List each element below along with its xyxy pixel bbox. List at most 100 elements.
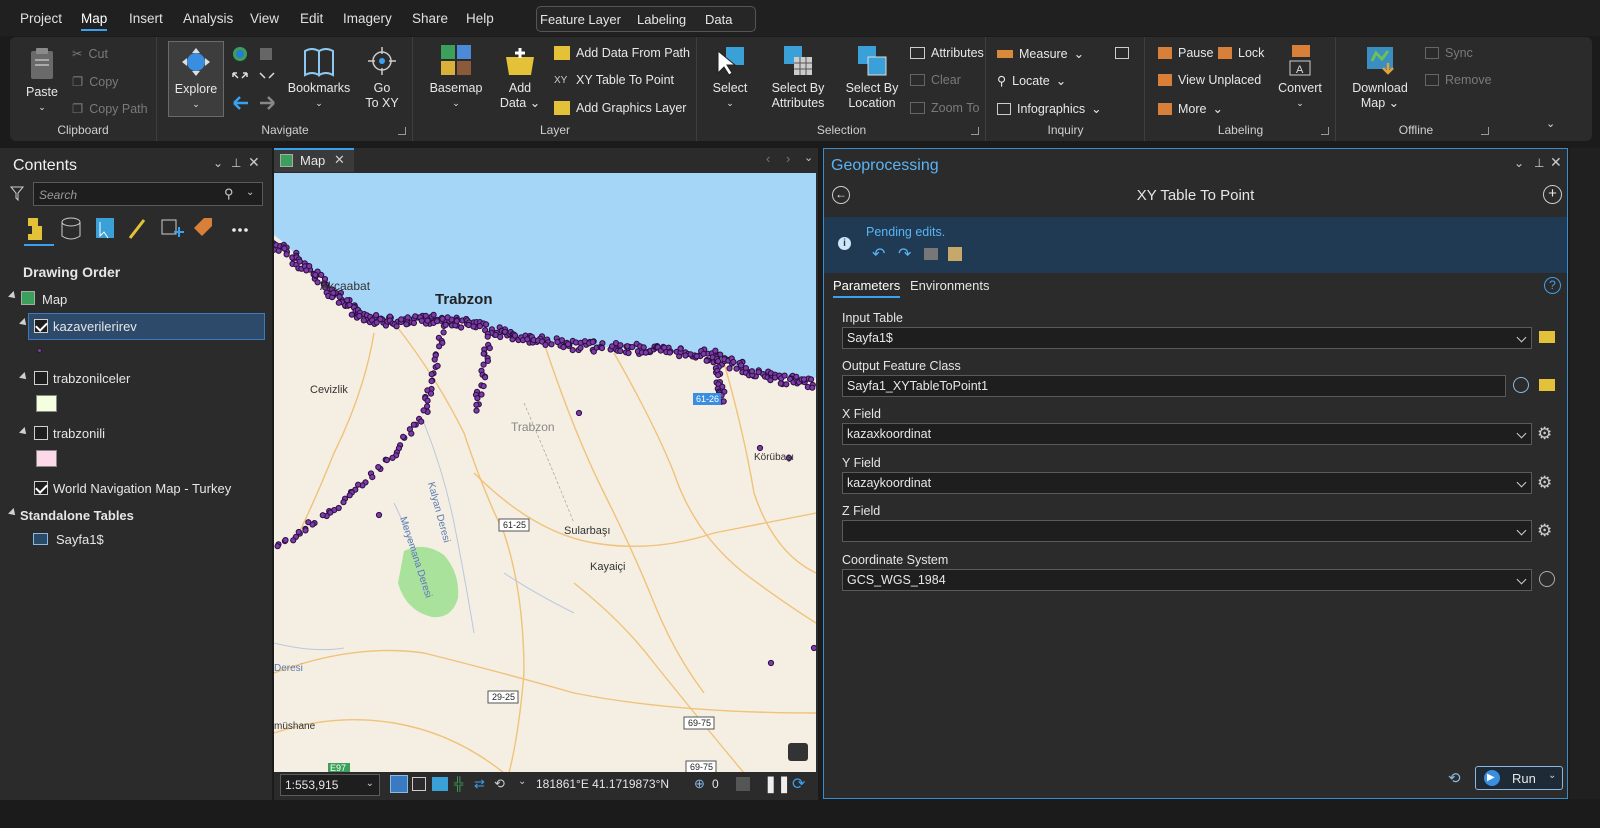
more-labeling-button[interactable]: More ⌄ xyxy=(1158,101,1223,116)
menu-map[interactable]: Map xyxy=(81,11,108,31)
expand-map-icon[interactable] xyxy=(8,291,18,301)
sync-button[interactable]: Sync xyxy=(1425,46,1473,60)
z-field-select[interactable] xyxy=(842,520,1532,542)
pin-icon[interactable]: ⊥ xyxy=(1534,156,1544,170)
layer-visibility-checkbox[interactable] xyxy=(34,481,48,495)
y-field-select[interactable]: kazaykoordinat xyxy=(842,472,1532,494)
chevron-down-icon[interactable]: ⌄ xyxy=(518,776,526,787)
layer-visibility-checkbox[interactable] xyxy=(34,426,48,440)
menu-share[interactable]: Share xyxy=(412,11,448,26)
coordinate-system-select[interactable]: GCS_WGS_1984 xyxy=(842,569,1532,591)
standalone-table[interactable]: Sayfa1$ xyxy=(56,532,104,547)
copy-path-button[interactable]: ❐ Copy Path xyxy=(72,101,148,117)
filter-icon[interactable] xyxy=(10,185,24,201)
paste-button[interactable]: Paste ⌄ xyxy=(22,47,62,115)
undo-icon[interactable]: ↶ xyxy=(872,244,885,264)
tab-feature-layer[interactable]: Feature Layer xyxy=(540,12,621,27)
save-edits-icon[interactable] xyxy=(924,248,938,260)
attributes-button[interactable]: Attributes xyxy=(910,46,984,60)
tab-scroll-right-icon[interactable]: › xyxy=(786,151,790,166)
x-field-select[interactable]: kazaxkoordinat xyxy=(842,423,1532,445)
inquiry-extra-icon[interactable] xyxy=(1115,47,1129,59)
pane-menu-icon[interactable]: ⌄ xyxy=(213,156,223,170)
search-icon[interactable]: ⚲ xyxy=(224,186,234,202)
run-button[interactable]: ▶ Run ⌄ xyxy=(1475,766,1563,790)
menu-imagery[interactable]: Imagery xyxy=(343,11,392,26)
selection-dialog-launcher[interactable] xyxy=(971,127,979,135)
batch-icon[interactable]: ⟲ xyxy=(1448,769,1461,787)
browse-folder-icon[interactable] xyxy=(1539,331,1555,343)
constraints-icon[interactable]: ╬ xyxy=(454,776,463,791)
refresh-icon[interactable]: ⟳ xyxy=(792,774,805,794)
pause-labels-button[interactable]: Pause xyxy=(1158,46,1213,60)
tab-list-icon[interactable]: ⌄ xyxy=(804,151,813,164)
close-icon[interactable]: ✕ xyxy=(248,154,260,171)
locate-button[interactable]: ⚲ Locate ⌄ xyxy=(997,73,1066,89)
map-tab[interactable]: Map ✕ xyxy=(274,148,354,172)
point-symbol-icon[interactable] xyxy=(37,348,42,353)
help-icon[interactable]: ? xyxy=(1544,277,1561,294)
redo-icon[interactable]: ↷ xyxy=(898,244,911,264)
menu-insert[interactable]: Insert xyxy=(129,11,163,26)
polygon-symbol-icon[interactable] xyxy=(36,450,57,467)
add-icon[interactable]: + xyxy=(1543,185,1562,204)
go-to-xy-button[interactable]: Go To XY xyxy=(358,45,406,111)
correction-icon[interactable]: ⇄ xyxy=(474,776,485,792)
bookmarks-button[interactable]: Bookmarks ⌄ xyxy=(286,45,352,111)
expand-layer-icon[interactable] xyxy=(19,372,29,382)
expand-layer-icon[interactable] xyxy=(19,427,29,437)
database-icon[interactable] xyxy=(1513,377,1529,393)
grid-icon[interactable] xyxy=(412,777,426,791)
selected-features-icon[interactable]: ⊕ xyxy=(694,776,705,792)
gear-icon[interactable]: ⚙ xyxy=(1537,424,1552,444)
measure-button[interactable]: Measure ⌄ xyxy=(997,46,1084,61)
add-graphics-layer-button[interactable]: Add Graphics Layer xyxy=(554,101,686,115)
input-table-field[interactable]: Sayfa1$ xyxy=(842,327,1532,349)
clear-selection-button[interactable]: Clear xyxy=(910,73,961,87)
menu-view[interactable]: View xyxy=(250,11,279,26)
layer-name[interactable]: trabzonilceler xyxy=(53,371,130,386)
tab-data[interactable]: Data xyxy=(705,12,732,27)
remove-offline-button[interactable]: Remove xyxy=(1425,73,1492,87)
globe-icon[interactable] xyxy=(1539,571,1555,587)
add-data-button[interactable]: Add Data ⌄ xyxy=(494,43,546,111)
output-feature-class-field[interactable]: Sayfa1_XYTableToPoint1 xyxy=(842,375,1506,397)
browse-folder-icon[interactable] xyxy=(1539,379,1555,391)
snapping-icon[interactable] xyxy=(432,777,448,791)
select-by-location-button[interactable]: Select By Location xyxy=(838,43,906,111)
tab-labeling[interactable]: Labeling xyxy=(637,12,686,27)
close-icon[interactable]: ✕ xyxy=(334,152,345,168)
tab-scroll-left-icon[interactable]: ‹ xyxy=(766,151,770,166)
fixed-zoom-icon[interactable] xyxy=(390,775,408,793)
lock-labels-button[interactable]: Lock xyxy=(1218,46,1264,60)
select-button[interactable]: Select ⌄ xyxy=(708,45,752,111)
add-data-from-path-button[interactable]: Add Data From Path xyxy=(554,46,690,60)
menu-edit[interactable]: Edit xyxy=(300,11,323,26)
layer-name[interactable]: kazaverilerirev xyxy=(53,319,137,334)
select-by-attributes-button[interactable]: Select By Attributes xyxy=(762,43,834,111)
navigate-dialog-launcher[interactable] xyxy=(398,127,406,135)
basemap-button[interactable]: Basemap ⌄ xyxy=(428,43,484,111)
contents-search-input[interactable]: Search ⚲ ⌄ xyxy=(33,182,263,206)
pane-menu-icon[interactable]: ⌄ xyxy=(1514,156,1524,170)
menu-analysis[interactable]: Analysis xyxy=(183,11,233,26)
pause-drawing-icon[interactable]: ❚❚ xyxy=(764,774,791,794)
xy-table-to-point-button[interactable]: XY XY Table To Point xyxy=(554,73,674,87)
map-node[interactable]: Map xyxy=(42,292,67,307)
convert-button[interactable]: A Convert ⌄ xyxy=(1274,43,1326,111)
infographics-button[interactable]: Infographics ⌄ xyxy=(997,101,1102,116)
rotate-icon[interactable]: ⟲ xyxy=(494,776,505,792)
offline-dialog-launcher[interactable] xyxy=(1481,127,1489,135)
layer-name[interactable]: World Navigation Map - Turkey xyxy=(53,481,231,496)
chevron-down-icon[interactable]: ⌄ xyxy=(1548,770,1556,781)
tab-environments[interactable]: Environments xyxy=(910,278,989,293)
close-icon[interactable]: ✕ xyxy=(1550,154,1562,171)
menu-help[interactable]: Help xyxy=(466,11,494,26)
layer-visibility-checkbox[interactable] xyxy=(34,319,48,333)
gear-icon[interactable]: ⚙ xyxy=(1537,521,1552,541)
view-unplaced-button[interactable]: View Unplaced xyxy=(1158,73,1261,87)
discard-edits-icon[interactable] xyxy=(948,247,962,261)
cut-button[interactable]: ✂ Cut xyxy=(72,46,108,62)
tab-parameters[interactable]: Parameters xyxy=(833,278,901,298)
gear-icon[interactable]: ⚙ xyxy=(1537,473,1552,493)
